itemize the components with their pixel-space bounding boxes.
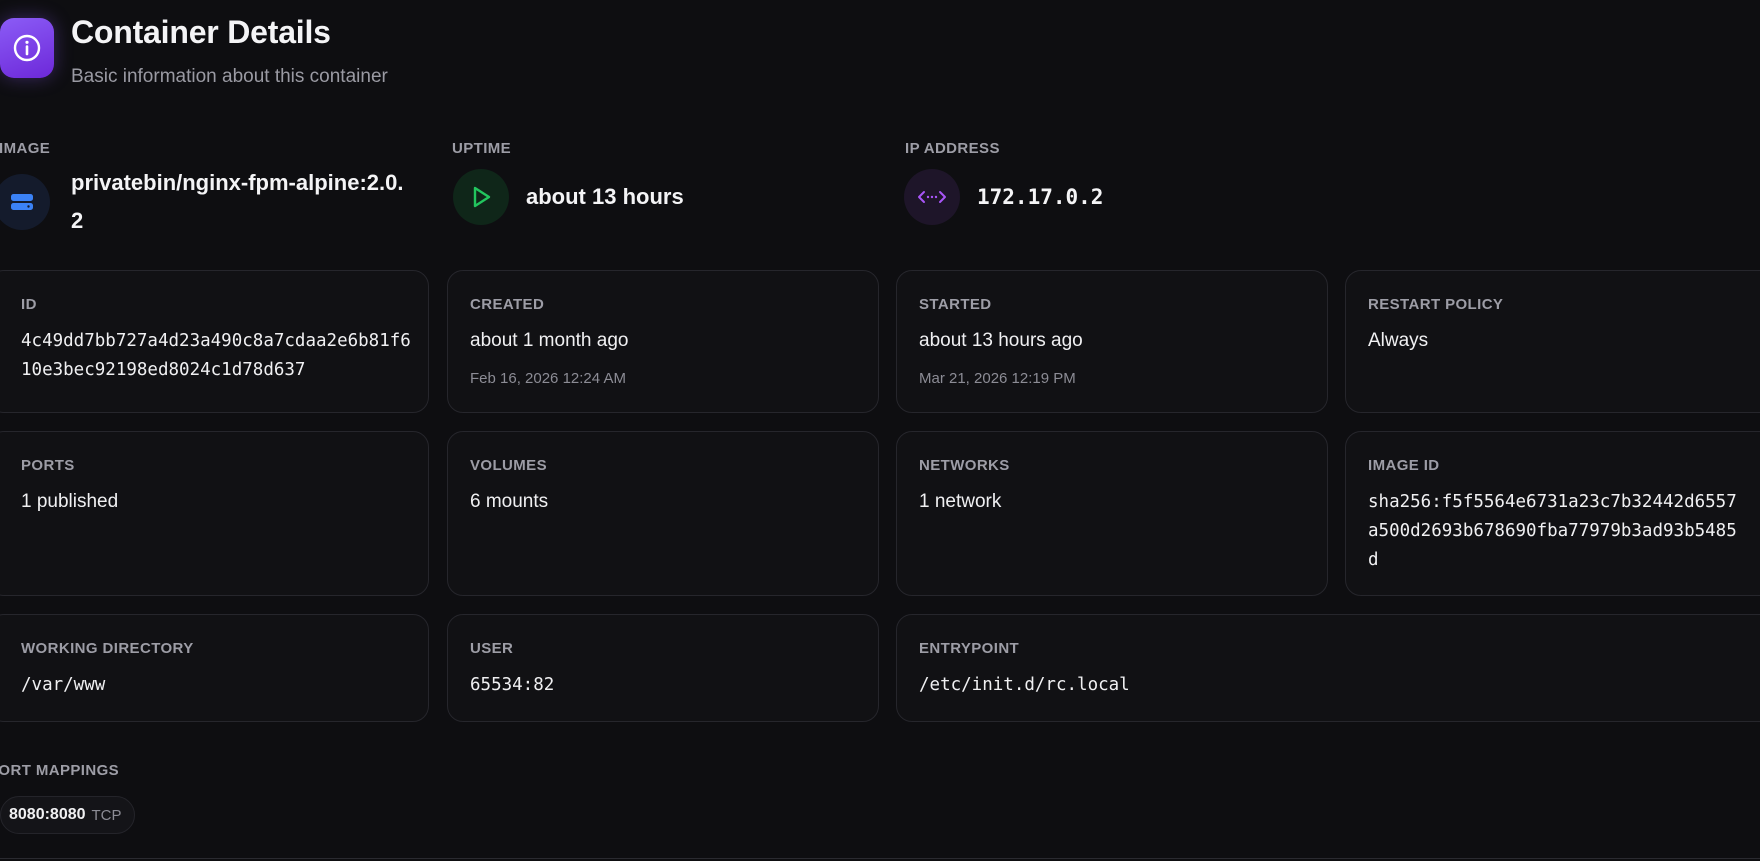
play-icon	[453, 169, 509, 225]
volumes-card: VOLUMES 6 mounts	[447, 431, 879, 596]
working-directory-label: WORKING DIRECTORY	[21, 640, 194, 657]
server-icon	[0, 174, 50, 230]
image-value: privatebin/nginx-fpm-alpine:2.0.2	[71, 170, 404, 233]
ports-value: 1 published	[21, 491, 119, 512]
network-arrows-icon	[904, 169, 960, 225]
ip-address-value: 172.17.0.2	[977, 185, 1104, 209]
started-label: STARTED	[919, 296, 992, 313]
image-label: IMAGE	[0, 140, 51, 157]
entrypoint-label: ENTRYPOINT	[919, 640, 1020, 657]
networks-value: 1 network	[919, 491, 1002, 512]
created-value: about 1 month ago	[470, 330, 629, 351]
page-subtitle: Basic information about this container	[71, 66, 388, 87]
restart-policy-value: Always	[1368, 330, 1429, 351]
ports-label: PORTS	[21, 457, 75, 474]
port-mapping-protocol: TCP	[91, 806, 122, 824]
user-card: USER 65534:82	[447, 614, 879, 722]
container-details-page: Container Details Basic information abou…	[0, 0, 1760, 861]
user-label: USER	[470, 640, 514, 657]
uptime-value: about 13 hours	[526, 184, 684, 209]
working-directory-value: /var/www	[21, 675, 106, 695]
working-directory-card: WORKING DIRECTORY /var/www	[0, 614, 429, 722]
image-id-label: IMAGE ID	[1368, 457, 1440, 474]
volumes-value: 6 mounts	[470, 491, 549, 512]
id-label: ID	[21, 296, 37, 313]
created-label: CREATED	[470, 296, 545, 313]
ports-card: PORTS 1 published	[0, 431, 429, 596]
entrypoint-card: ENTRYPOINT /etc/init.d/rc.local	[896, 614, 1760, 722]
port-mapping-chip[interactable]: 8080:8080 TCP	[0, 796, 135, 834]
restart-policy-card: RESTART POLICY Always	[1345, 270, 1760, 413]
image-id-value[interactable]: sha256:f5f5564e6731a23c7b32442d6557a500d…	[1368, 488, 1744, 575]
divider	[0, 858, 1760, 859]
image-id-card: IMAGE ID sha256:f5f5564e6731a23c7b32442d…	[1345, 431, 1760, 596]
started-value: about 13 hours ago	[919, 330, 1083, 351]
started-card: STARTED about 13 hours ago Mar 21, 2026 …	[896, 270, 1328, 413]
port-mappings-label: PORT MAPPINGS	[0, 762, 120, 779]
port-mapping-port: 8080:8080	[9, 806, 86, 823]
created-card: CREATED about 1 month ago Feb 16, 2026 1…	[447, 270, 879, 413]
started-timestamp: Mar 21, 2026 12:19 PM	[919, 370, 1076, 387]
id-card: ID 4c49dd7bb727a4d23a490c8a7cdaa2e6b81f6…	[0, 270, 429, 413]
entrypoint-value: /etc/init.d/rc.local	[919, 675, 1130, 695]
volumes-label: VOLUMES	[470, 457, 547, 474]
networks-label: NETWORKS	[919, 457, 1010, 474]
user-value: 65534:82	[470, 675, 555, 695]
id-value[interactable]: 4c49dd7bb727a4d23a490c8a7cdaa2e6b81f610e…	[21, 327, 412, 385]
restart-policy-label: RESTART POLICY	[1368, 296, 1504, 313]
networks-card: NETWORKS 1 network	[896, 431, 1328, 596]
created-timestamp: Feb 16, 2026 12:24 AM	[470, 370, 626, 387]
ip-address-label: IP ADDRESS	[905, 140, 1000, 157]
uptime-label: UPTIME	[452, 140, 512, 157]
info-icon	[0, 18, 54, 78]
page-title: Container Details	[71, 14, 331, 50]
